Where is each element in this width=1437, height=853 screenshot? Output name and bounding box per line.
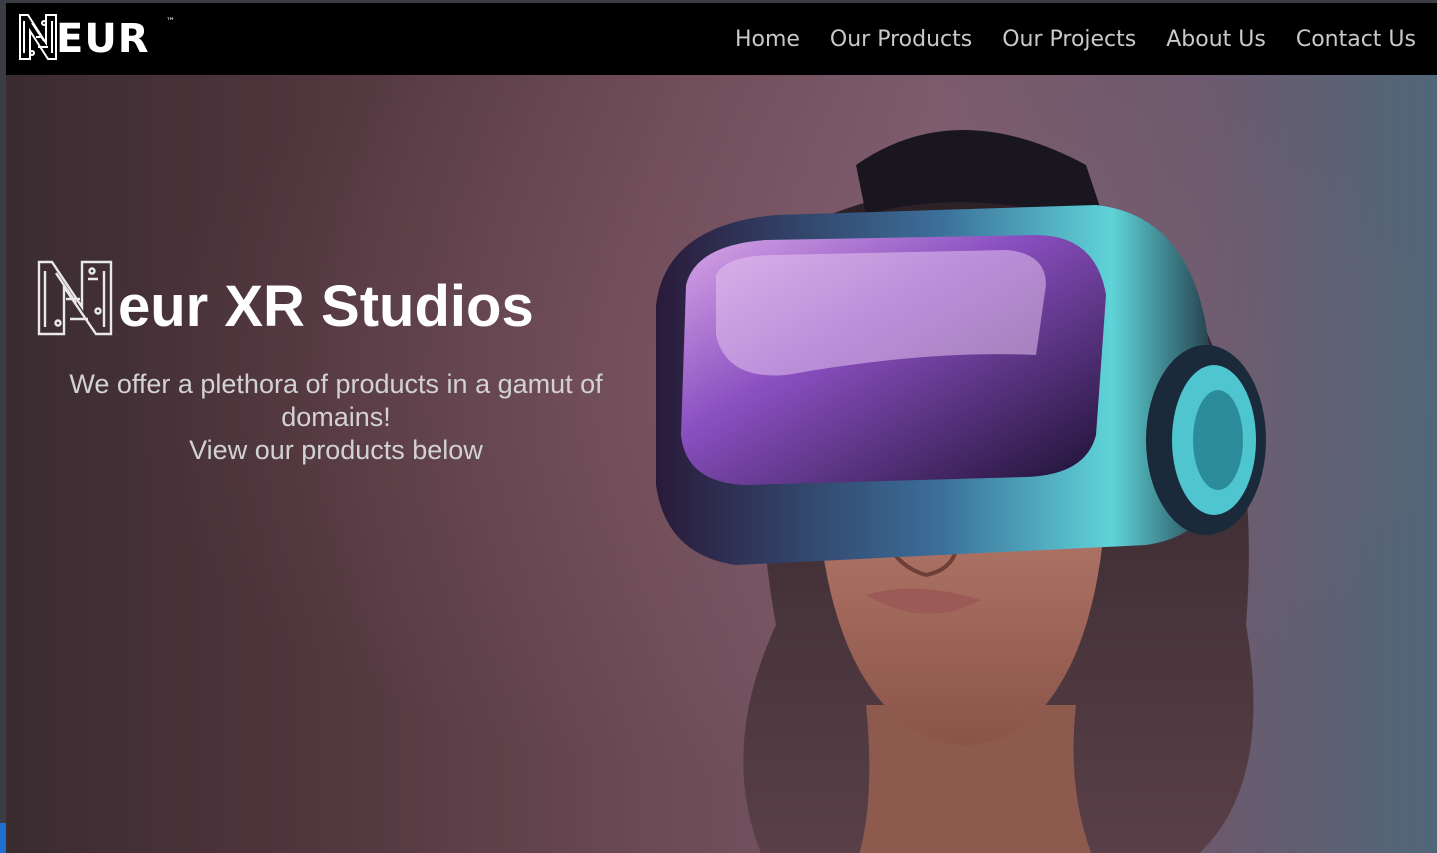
hero-title: eur XR Studios bbox=[36, 247, 534, 337]
nav-about-us[interactable]: About Us bbox=[1166, 27, 1266, 52]
hero-subtitle-line-3: View our products below bbox=[189, 435, 483, 465]
nav-contact-us[interactable]: Contact Us bbox=[1296, 27, 1416, 52]
neur-n-letter-icon bbox=[37, 260, 113, 336]
navbar: EUR ™ Home Our Products Our Projects Abo… bbox=[6, 3, 1437, 75]
vr-headset-person-image bbox=[656, 130, 1266, 853]
hero-subtitle-line-1: We offer a plethora of products in a gam… bbox=[69, 369, 603, 399]
nav-home[interactable]: Home bbox=[735, 27, 800, 52]
hero-title-text: eur XR Studios bbox=[118, 274, 534, 339]
hero-section: eur XR Studios We offer a plethora of pr… bbox=[6, 75, 1437, 853]
hero-subtitle: We offer a plethora of products in a gam… bbox=[36, 368, 636, 467]
hero-subtitle-line-2: domains! bbox=[281, 402, 391, 432]
nav-our-projects[interactable]: Our Projects bbox=[1002, 27, 1136, 52]
brand-name: EUR bbox=[56, 16, 150, 62]
brand-logo[interactable]: EUR ™ bbox=[18, 11, 188, 63]
nav-our-products[interactable]: Our Products bbox=[830, 27, 972, 52]
neur-n-logo-icon bbox=[19, 14, 57, 60]
brand-trademark: ™ bbox=[166, 17, 175, 27]
nav-links: Home Our Products Our Projects About Us … bbox=[705, 3, 1416, 75]
